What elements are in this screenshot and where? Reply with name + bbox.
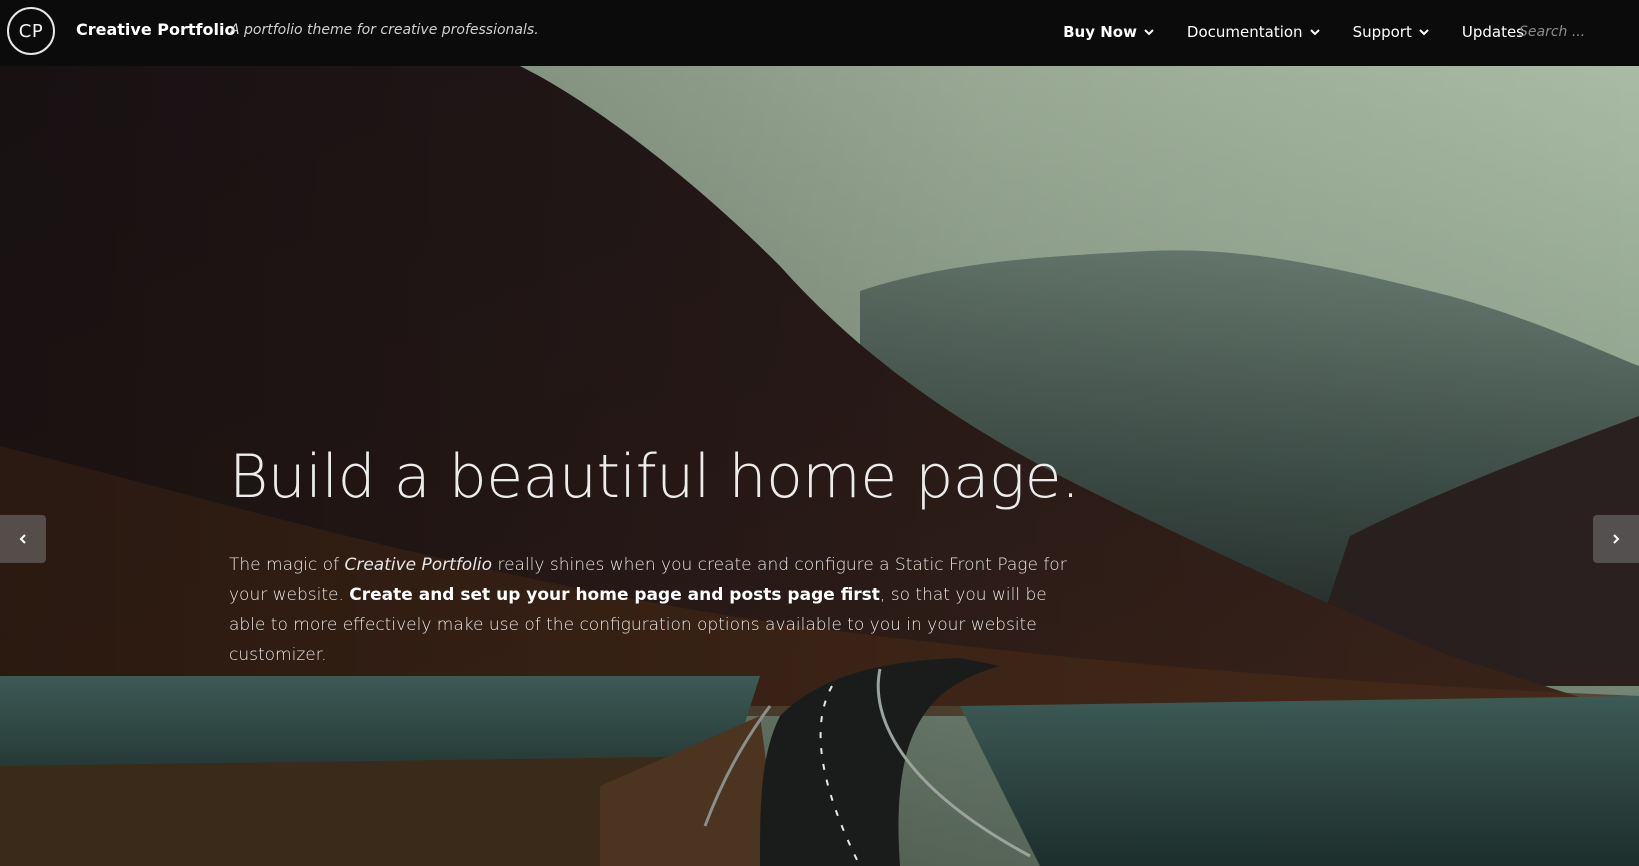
chevron-down-icon: [1143, 26, 1155, 38]
site-logo[interactable]: CP: [7, 7, 55, 55]
slider-next-button[interactable]: [1593, 515, 1639, 563]
site-header: CP Creative Portfolio A portfolio theme …: [0, 0, 1639, 66]
nav-item-updates[interactable]: Updates: [1462, 23, 1524, 41]
site-title-link[interactable]: Creative Portfolio: [76, 20, 235, 39]
hero-slider: Build a beautiful home page. The magic o…: [0, 66, 1639, 866]
nav-item-label: Buy Now: [1063, 23, 1137, 41]
nav-item-support[interactable]: Support: [1353, 23, 1430, 41]
chevron-left-icon: [18, 530, 28, 549]
hero-text-theme-name: Creative Portfolio: [344, 555, 493, 575]
chevron-down-icon: [1309, 26, 1321, 38]
page: CP Creative Portfolio A portfolio theme …: [0, 0, 1639, 866]
site-tagline: A portfolio theme for creative professio…: [230, 22, 539, 38]
hero-description: The magic of Creative Portfolio really s…: [229, 550, 1069, 670]
hero-text-part: The magic of: [229, 555, 345, 575]
nav-item-label: Updates: [1461, 23, 1524, 41]
nav-item-label: Support: [1352, 23, 1412, 41]
hero-title: Build a beautiful home page.: [229, 442, 1080, 512]
hero-content: Build a beautiful home page. The magic o…: [229, 442, 1080, 670]
chevron-down-icon: [1418, 26, 1430, 38]
search-input[interactable]: [1519, 20, 1599, 44]
chevron-right-icon: [1611, 530, 1621, 549]
main-nav: Buy Now Documentation Support Updates: [1031, 0, 1524, 64]
nav-item-label: Documentation: [1186, 23, 1303, 41]
slider-prev-button[interactable]: [0, 515, 46, 563]
nav-item-documentation[interactable]: Documentation: [1187, 23, 1321, 41]
nav-item-buy-now[interactable]: Buy Now: [1063, 23, 1155, 41]
hero-text-emphasis: Create and set up your home page and pos…: [349, 585, 880, 605]
